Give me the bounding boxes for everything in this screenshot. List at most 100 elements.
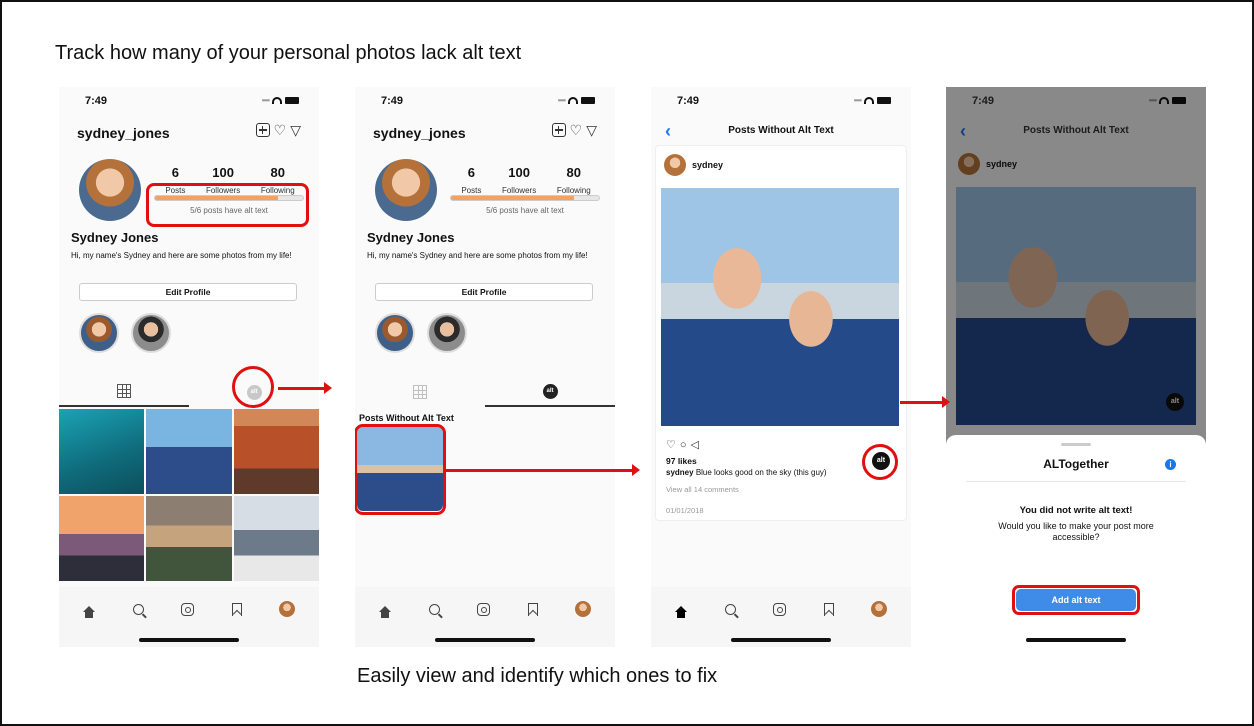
story-highlight-2[interactable]	[427, 313, 467, 353]
phone-alt-prompt: 7:49 •••• ‹ Posts Without Alt Text sydne…	[946, 87, 1206, 647]
battery-icon	[877, 97, 891, 104]
profile-username: sydney_jones	[373, 125, 466, 141]
edit-profile-button[interactable]: Edit Profile	[79, 283, 297, 301]
home-indicator	[731, 638, 831, 642]
grid-photo-turtle[interactable]	[59, 409, 145, 494]
profile-tab-avatar[interactable]	[871, 601, 887, 617]
sheet-message: You did not write alt text!	[1019, 505, 1133, 516]
reels-icon[interactable]	[477, 602, 490, 616]
arrow-to-post	[446, 464, 640, 475]
edit-profile-button[interactable]: Edit Profile	[375, 283, 593, 301]
heart-icon[interactable]: ♡	[274, 123, 287, 137]
grid-photo-couple[interactable]	[146, 409, 232, 494]
signal-icon: ••••	[261, 96, 270, 105]
slide-caption: Easily view and identify which ones to f…	[357, 665, 718, 687]
story-highlight-2[interactable]	[131, 313, 171, 353]
home-icon[interactable]	[83, 606, 95, 618]
direct-message-icon[interactable]: ▽	[290, 123, 301, 137]
grid-icon	[413, 385, 427, 399]
search-icon[interactable]	[132, 603, 144, 615]
phone-post-detail: 7:49 •••• ‹ Posts Without Alt Text sydne…	[651, 87, 911, 647]
profile-tab-avatar[interactable]	[279, 601, 295, 617]
bookmark-icon[interactable]	[231, 602, 242, 616]
reels-icon[interactable]	[181, 602, 194, 616]
heart-icon[interactable]: ♡	[570, 123, 583, 137]
post-likes: 97 likes	[666, 456, 697, 466]
add-post-icon[interactable]	[551, 123, 566, 137]
tab-alt[interactable]: alt	[485, 377, 615, 407]
search-icon[interactable]	[724, 603, 736, 615]
profile-bio: Hi, my name's Sydney and here are some p…	[367, 251, 588, 260]
like-icon[interactable]: ♡	[666, 439, 680, 451]
wifi-icon	[568, 97, 578, 104]
profile-full-name: Sydney Jones	[71, 230, 159, 245]
signal-icon: ••••	[557, 96, 566, 105]
reels-icon[interactable]	[773, 602, 786, 616]
bottom-nav	[355, 587, 615, 647]
slide-heading: Track how many of your personal photos l…	[55, 42, 522, 64]
highlight-thumbnail	[355, 424, 446, 515]
bottom-nav	[651, 587, 911, 647]
arrow-to-sheet	[900, 396, 950, 407]
wifi-icon	[272, 97, 282, 104]
photo-grid	[59, 409, 319, 581]
bookmark-icon[interactable]	[823, 602, 834, 616]
alt-text-progress: 5/6 posts have alt text	[450, 195, 600, 215]
search-icon[interactable]	[428, 603, 440, 615]
story-highlight-1[interactable]	[79, 313, 119, 353]
click-here-hint: Click here	[818, 456, 859, 466]
highlight-progress	[146, 183, 309, 227]
grid-icon	[117, 384, 131, 398]
battery-icon	[285, 97, 299, 104]
view-comments-link[interactable]: View all 14 comments	[666, 485, 739, 494]
post-actions: ♡○◁	[666, 438, 703, 451]
home-icon[interactable]	[675, 606, 687, 618]
profile-stats: 6 Posts 100 Followers 80 Following	[451, 165, 601, 198]
grid-photo-sunset[interactable]	[59, 496, 145, 581]
highlight-add-button	[1012, 585, 1140, 615]
altogether-sheet: ALTogether i You did not write alt text!…	[946, 435, 1206, 647]
slide-frame: Track how many of your personal photos l…	[0, 0, 1254, 726]
arrow-to-alt-filter	[278, 382, 332, 393]
status-bar: 7:49 ••••	[59, 95, 319, 111]
alt-text-progress-fill	[451, 196, 574, 200]
post-author-avatar[interactable]	[664, 154, 686, 176]
alt-text-progress-label: 5/6 posts have alt text	[486, 206, 564, 215]
post-date: 01/01/2018	[666, 506, 704, 515]
profile-tab-avatar[interactable]	[575, 601, 591, 617]
profile-full-name: Sydney Jones	[367, 230, 455, 245]
grid-photo-friends[interactable]	[146, 496, 232, 581]
profile-bio: Hi, my name's Sydney and here are some p…	[71, 251, 292, 260]
status-bar: 7:49 ••••	[651, 95, 911, 111]
post-photo[interactable]	[661, 188, 899, 426]
wifi-icon	[864, 97, 874, 104]
post-caption: sydney Blue looks good on the sky (this …	[666, 468, 827, 477]
grid-photo-arch[interactable]	[233, 409, 319, 494]
post-card: sydney Click here alt ♡○◁ 97 likes sydne…	[655, 145, 907, 521]
stat-followers[interactable]: 100 Followers	[502, 165, 536, 198]
story-highlight-1[interactable]	[375, 313, 415, 353]
home-indicator	[139, 638, 239, 642]
sheet-grabber[interactable]	[1061, 443, 1091, 446]
grid-photo-snow-dog[interactable]	[233, 496, 319, 581]
info-icon[interactable]: i	[1165, 459, 1176, 470]
home-indicator	[435, 638, 535, 642]
bookmark-icon[interactable]	[527, 602, 538, 616]
profile-avatar[interactable]	[375, 159, 437, 221]
battery-icon	[581, 97, 595, 104]
tab-grid[interactable]	[59, 377, 189, 407]
phone-alt-filter: 7:49 •••• sydney_jones ♡ ▽ 6 Posts 100 Fol…	[355, 87, 615, 647]
tab-grid[interactable]	[355, 377, 485, 407]
profile-avatar[interactable]	[79, 159, 141, 221]
add-post-icon[interactable]	[255, 123, 270, 137]
home-indicator	[1026, 638, 1126, 642]
post-author-name[interactable]: sydney	[692, 160, 723, 170]
stat-posts[interactable]: 6 Posts	[461, 165, 481, 198]
comment-icon[interactable]: ○	[680, 439, 691, 451]
direct-message-icon[interactable]: ▽	[586, 123, 597, 137]
stat-following[interactable]: 80 Following	[557, 165, 591, 198]
sheet-divider	[966, 481, 1186, 482]
home-icon[interactable]	[379, 606, 391, 618]
signal-icon: ••••	[853, 96, 862, 105]
share-icon[interactable]: ◁	[691, 439, 703, 451]
